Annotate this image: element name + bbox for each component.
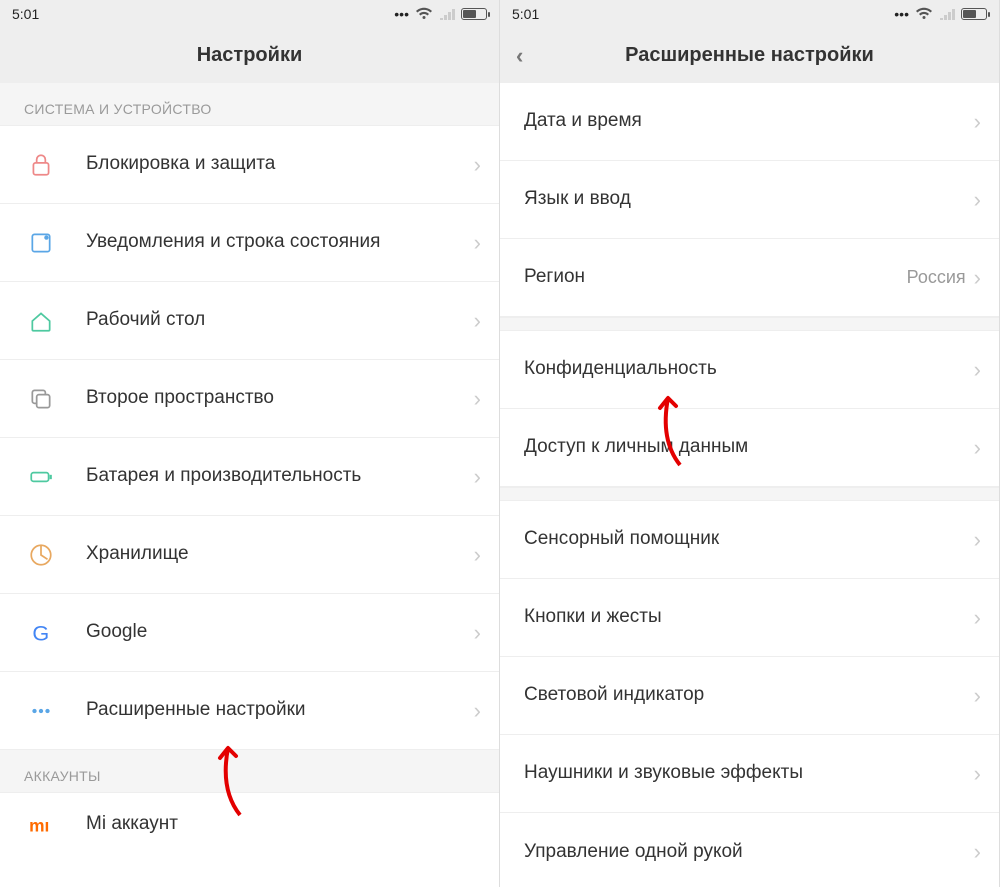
row-mi-account[interactable]: mı Mi аккаунт xyxy=(0,793,499,855)
chevron-right-icon: › xyxy=(974,761,981,787)
more-icon: ••• xyxy=(894,6,909,22)
row-label: Mi аккаунт xyxy=(86,812,481,837)
chevron-right-icon: › xyxy=(974,435,981,461)
google-icon: G xyxy=(24,616,58,650)
settings-list[interactable]: СИСТЕМА И УСТРОЙСТВО Блокировка и защита… xyxy=(0,83,499,887)
chevron-right-icon: › xyxy=(474,152,481,178)
status-bar: 5:01 ••• xyxy=(500,0,999,28)
storage-icon xyxy=(24,538,58,572)
row-headphones[interactable]: Наушники и звуковые эффекты › xyxy=(500,735,999,813)
row-label: Батарея и производительность xyxy=(86,464,474,489)
chevron-right-icon: › xyxy=(974,527,981,553)
battery-icon xyxy=(461,8,487,20)
row-home[interactable]: Рабочий стол › xyxy=(0,282,499,360)
chevron-right-icon: › xyxy=(974,265,981,291)
chevron-right-icon: › xyxy=(474,698,481,724)
status-time: 5:01 xyxy=(512,6,539,22)
wifi-icon xyxy=(415,7,433,21)
notifications-icon xyxy=(24,226,58,260)
row-label: Хранилище xyxy=(86,542,474,567)
row-second-space[interactable]: Второе пространство › xyxy=(0,360,499,438)
lock-icon xyxy=(24,148,58,182)
chevron-right-icon: › xyxy=(974,357,981,383)
chevron-right-icon: › xyxy=(974,187,981,213)
row-advanced[interactable]: Расширенные настройки › xyxy=(0,672,499,750)
row-personal-data[interactable]: Доступ к личным данным › xyxy=(500,409,999,487)
page-title: Настройки xyxy=(197,44,303,67)
row-label: Второе пространство xyxy=(86,386,474,411)
row-label: Наушники и звуковые эффекты xyxy=(524,761,974,786)
row-label: Дата и время xyxy=(524,109,974,134)
chevron-right-icon: › xyxy=(974,109,981,135)
section-gap xyxy=(500,317,999,331)
row-label: Уведомления и строка состояния xyxy=(86,230,474,255)
home-icon xyxy=(24,304,58,338)
row-label: Расширенные настройки xyxy=(86,698,474,723)
row-storage[interactable]: Хранилище › xyxy=(0,516,499,594)
row-region[interactable]: Регион Россия › xyxy=(500,239,999,317)
row-label: Конфиденциальность xyxy=(524,357,974,382)
section-accounts: АККАУНТЫ xyxy=(0,750,499,793)
chevron-right-icon: › xyxy=(974,683,981,709)
row-battery[interactable]: Батарея и производительность › xyxy=(0,438,499,516)
page-title: Расширенные настройки xyxy=(625,44,874,67)
row-label: Блокировка и защита xyxy=(86,152,474,177)
wifi-icon xyxy=(915,7,933,21)
battery-icon xyxy=(961,8,987,20)
chevron-right-icon: › xyxy=(474,464,481,490)
status-icons: ••• xyxy=(394,6,487,22)
row-label: Сенсорный помощник xyxy=(524,527,974,552)
copy-icon xyxy=(24,382,58,416)
section-gap xyxy=(500,487,999,501)
phone-advanced: 5:01 ••• ‹ Расширенные настройки Дата и … xyxy=(500,0,1000,887)
row-led[interactable]: Световой индикатор › xyxy=(500,657,999,735)
header: Настройки xyxy=(0,28,499,83)
header: ‹ Расширенные настройки xyxy=(500,28,999,83)
chevron-right-icon: › xyxy=(474,386,481,412)
phone-settings: 5:01 ••• Настройки СИСТЕМА И УСТРОЙСТВО … xyxy=(0,0,500,887)
row-label: Световой индикатор xyxy=(524,683,974,708)
row-label: Рабочий стол xyxy=(86,308,474,333)
row-one-hand[interactable]: Управление одной рукой › xyxy=(500,813,999,887)
battery-icon xyxy=(24,460,58,494)
back-button[interactable]: ‹ xyxy=(516,43,523,69)
status-icons: ••• xyxy=(894,6,987,22)
more-icon: ••• xyxy=(394,6,409,22)
status-bar: 5:01 ••• xyxy=(0,0,499,28)
row-date-time[interactable]: Дата и время › xyxy=(500,83,999,161)
row-label: Управление одной рукой xyxy=(524,840,974,865)
chevron-right-icon: › xyxy=(474,542,481,568)
chevron-right-icon: › xyxy=(474,620,481,646)
signal-icon xyxy=(439,7,455,21)
row-label: Регион xyxy=(524,265,907,290)
row-notifications[interactable]: Уведомления и строка состояния › xyxy=(0,204,499,282)
chevron-right-icon: › xyxy=(474,308,481,334)
signal-icon xyxy=(939,7,955,21)
chevron-right-icon: › xyxy=(474,230,481,256)
row-label: Язык и ввод xyxy=(524,187,974,212)
row-buttons-gestures[interactable]: Кнопки и жесты › xyxy=(500,579,999,657)
mi-icon: mı xyxy=(24,807,58,841)
row-lock[interactable]: Блокировка и защита › xyxy=(0,126,499,204)
section-system: СИСТЕМА И УСТРОЙСТВО xyxy=(0,83,499,126)
row-label: Кнопки и жесты xyxy=(524,605,974,630)
more-icon xyxy=(24,694,58,728)
chevron-right-icon: › xyxy=(974,839,981,865)
svg-text:mı: mı xyxy=(29,816,49,836)
row-google[interactable]: G Google › xyxy=(0,594,499,672)
row-language[interactable]: Язык и ввод › xyxy=(500,161,999,239)
row-label: Доступ к личным данным xyxy=(524,435,974,460)
row-touch-assistant[interactable]: Сенсорный помощник › xyxy=(500,501,999,579)
row-value: Россия xyxy=(907,267,966,288)
row-label: Google xyxy=(86,620,474,645)
chevron-right-icon: › xyxy=(974,605,981,631)
row-privacy[interactable]: Конфиденциальность › xyxy=(500,331,999,409)
status-time: 5:01 xyxy=(12,6,39,22)
advanced-list[interactable]: Дата и время › Язык и ввод › Регион Росс… xyxy=(500,83,999,887)
svg-text:G: G xyxy=(32,620,49,645)
